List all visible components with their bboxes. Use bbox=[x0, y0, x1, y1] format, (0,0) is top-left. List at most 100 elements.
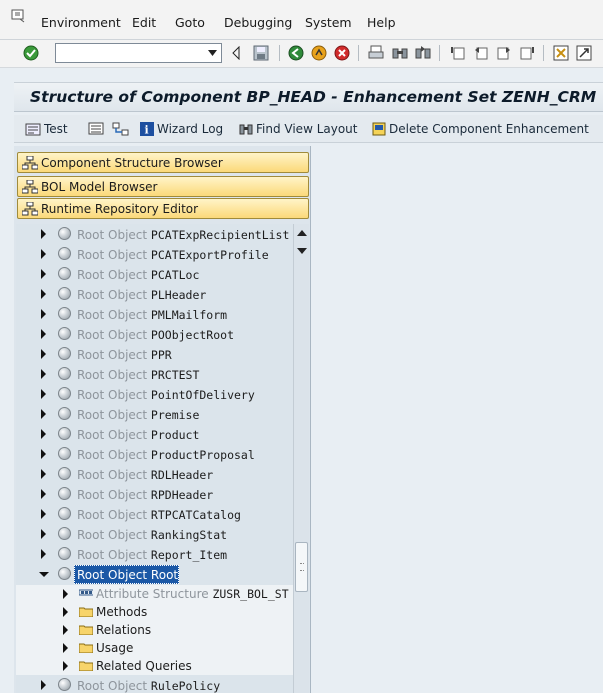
command-dropdown-icon[interactable] bbox=[203, 43, 222, 63]
node-name: PMLMailform bbox=[150, 308, 228, 322]
menu-help[interactable]: Help bbox=[367, 15, 396, 30]
folder-row-methods[interactable]: Methods bbox=[16, 603, 294, 621]
tree-row[interactable]: Root Object PCATExportProfile bbox=[16, 245, 294, 265]
cancel-icon[interactable] bbox=[333, 44, 351, 62]
tree-row[interactable]: Root Object PPR bbox=[16, 345, 294, 365]
print-icon[interactable] bbox=[367, 44, 385, 62]
expand-arrow-icon[interactable] bbox=[41, 349, 46, 359]
delete-enhancement-button[interactable]: Delete Component Enhancement bbox=[372, 122, 589, 136]
save-icon[interactable] bbox=[252, 44, 270, 62]
bol-model-browser-button[interactable]: BOL Model Browser bbox=[17, 176, 309, 197]
enter-check-icon[interactable] bbox=[22, 44, 40, 62]
expand-arrow-icon[interactable] bbox=[41, 549, 46, 559]
collapse-arrow-icon[interactable] bbox=[39, 572, 49, 577]
tree-row[interactable]: Root Object PLHeader bbox=[16, 285, 294, 305]
expand-arrow-icon[interactable] bbox=[41, 389, 46, 399]
tree-row[interactable]: Root Object POObjectRoot bbox=[16, 325, 294, 345]
command-field[interactable] bbox=[55, 43, 222, 63]
expand-arrow-icon[interactable] bbox=[41, 449, 46, 459]
first-page-icon[interactable] bbox=[449, 44, 467, 62]
attribute-structure-row[interactable]: Attribute Structure ZUSR_BOL_ST bbox=[16, 585, 294, 603]
expand-arrow-icon[interactable] bbox=[41, 249, 46, 259]
expand-arrow-icon[interactable] bbox=[41, 269, 46, 279]
node-name: RankingStat bbox=[150, 528, 228, 542]
wizard-log-button[interactable]: i Wizard Log bbox=[140, 122, 223, 136]
expand-arrow-icon[interactable] bbox=[41, 529, 46, 539]
scroll-down-icon[interactable] bbox=[297, 248, 307, 254]
menu-edit[interactable]: Edit bbox=[132, 15, 156, 30]
find-icon[interactable] bbox=[391, 44, 409, 62]
tree-row[interactable]: Root Object RulePolicy bbox=[16, 676, 294, 693]
scroll-thumb[interactable] bbox=[295, 542, 308, 592]
expand-arrow-icon[interactable] bbox=[41, 229, 46, 239]
tree-row[interactable]: Root Object RTPCATCatalog bbox=[16, 505, 294, 525]
node-name: POObjectRoot bbox=[150, 328, 235, 342]
folder-row-related-queries[interactable]: Related Queries bbox=[16, 657, 294, 675]
attribute-structure-name: ZUSR_BOL_ST bbox=[212, 587, 289, 601]
previous-page-icon[interactable] bbox=[472, 44, 490, 62]
expand-arrow-icon[interactable] bbox=[63, 589, 68, 599]
menu-environment[interactable]: Environment bbox=[41, 15, 121, 30]
node-type-label: Root Object bbox=[77, 679, 148, 693]
node-type-label: Root Object bbox=[77, 248, 148, 262]
tree-row-selected[interactable]: Root Object Root bbox=[16, 565, 294, 585]
tree-row[interactable]: Root Object PCATLoc bbox=[16, 265, 294, 285]
create-session-icon[interactable] bbox=[552, 44, 570, 62]
tree-structure-icon bbox=[22, 201, 38, 215]
tree-row[interactable]: Root Object ProductProposal bbox=[16, 445, 294, 465]
tree-scrollbar[interactable] bbox=[293, 224, 309, 693]
root-object-node-icon bbox=[58, 327, 71, 340]
tree-row[interactable]: Root Object RDLHeader bbox=[16, 465, 294, 485]
tree-row[interactable]: Root Object PCATExpRecipientList bbox=[16, 225, 294, 245]
back-icon[interactable] bbox=[287, 44, 305, 62]
collapse-left-icon[interactable] bbox=[227, 44, 245, 62]
root-object-node-icon bbox=[58, 307, 71, 320]
tree-row[interactable]: Root Object PointOfDelivery bbox=[16, 385, 294, 405]
menu-debugging[interactable]: Debugging bbox=[224, 15, 292, 30]
screen-title-bar: Structure of Component BP_HEAD - Enhance… bbox=[14, 82, 603, 112]
expand-arrow-icon[interactable] bbox=[41, 429, 46, 439]
node-type-label: Root Object bbox=[77, 448, 148, 462]
last-page-icon[interactable] bbox=[518, 44, 536, 62]
tree-row[interactable]: Root Object Report_Item bbox=[16, 545, 294, 565]
expand-arrow-icon[interactable] bbox=[63, 643, 68, 653]
exit-icon[interactable] bbox=[310, 44, 328, 62]
expand-arrow-icon[interactable] bbox=[41, 309, 46, 319]
expand-arrow-icon[interactable] bbox=[63, 661, 68, 671]
tree-row[interactable]: Root Object Premise bbox=[16, 405, 294, 425]
menu-goto[interactable]: Goto bbox=[175, 15, 205, 30]
expand-arrow-icon[interactable] bbox=[41, 369, 46, 379]
shortcut-icon[interactable] bbox=[575, 44, 593, 62]
expand-arrow-icon[interactable] bbox=[41, 509, 46, 519]
expand-arrow-icon[interactable] bbox=[63, 607, 68, 617]
node-name: RTPCATCatalog bbox=[150, 508, 241, 522]
tree-row[interactable]: Root Object RPDHeader bbox=[16, 485, 294, 505]
hierarchy-button[interactable] bbox=[112, 122, 130, 136]
expand-arrow-icon[interactable] bbox=[41, 469, 46, 479]
expand-arrow-icon[interactable] bbox=[41, 680, 46, 690]
next-page-icon[interactable] bbox=[495, 44, 513, 62]
tree-row[interactable]: Root Object Product bbox=[16, 425, 294, 445]
folder-row-usage[interactable]: Usage bbox=[16, 639, 294, 657]
tree-row[interactable]: Root Object RankingStat bbox=[16, 525, 294, 545]
runtime-repository-editor-button[interactable]: Runtime Repository Editor bbox=[17, 198, 309, 219]
find-view-layout-button[interactable]: Find View Layout bbox=[239, 122, 357, 136]
expand-arrow-icon[interactable] bbox=[41, 289, 46, 299]
scroll-up-icon[interactable] bbox=[297, 230, 307, 236]
menu-system[interactable]: System bbox=[305, 15, 352, 30]
expand-arrow-icon[interactable] bbox=[63, 625, 68, 635]
tree-row[interactable]: Root Object PRCTEST bbox=[16, 365, 294, 385]
find-next-icon[interactable] bbox=[414, 44, 432, 62]
component-structure-browser-button[interactable]: Component Structure Browser bbox=[17, 152, 309, 173]
binoculars-icon bbox=[239, 124, 253, 135]
node-type-label: Root Object bbox=[77, 288, 148, 302]
expand-arrow-icon[interactable] bbox=[41, 409, 46, 419]
test-button[interactable]: Test bbox=[25, 122, 68, 136]
expand-arrow-icon[interactable] bbox=[41, 489, 46, 499]
tree-row[interactable]: Root Object PMLMailform bbox=[16, 305, 294, 325]
node-name: RPDHeader bbox=[150, 488, 214, 502]
display-list-button[interactable] bbox=[88, 122, 104, 135]
system-menu-icon[interactable] bbox=[11, 9, 27, 23]
expand-arrow-icon[interactable] bbox=[41, 329, 46, 339]
folder-row-relations[interactable]: Relations bbox=[16, 621, 294, 639]
